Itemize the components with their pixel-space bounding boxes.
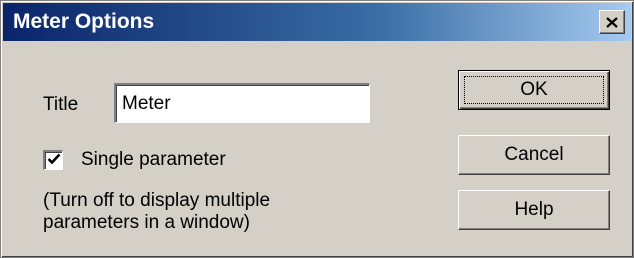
single-parameter-checkbox[interactable] [43, 150, 63, 170]
single-parameter-label[interactable]: Single parameter [81, 149, 226, 171]
ok-button[interactable]: OK [458, 70, 610, 110]
close-button[interactable] [599, 10, 625, 34]
meter-options-dialog: Meter Options Title Single parameter (Tu… [0, 0, 634, 258]
dialog-title: Meter Options [13, 10, 155, 33]
single-parameter-note: (Turn off to display multiple parameters… [43, 190, 343, 234]
cancel-button[interactable]: Cancel [458, 135, 610, 175]
title-field-label: Title [43, 94, 79, 115]
help-button[interactable]: Help [458, 190, 610, 230]
checkmark-icon [47, 152, 61, 170]
help-button-label: Help [514, 199, 554, 220]
cancel-button-label: Cancel [504, 144, 564, 165]
note-line-2: parameters in a window) [43, 212, 250, 233]
focus-ring [464, 76, 604, 104]
note-line-1: (Turn off to display multiple [43, 190, 271, 211]
close-icon [606, 16, 618, 28]
title-input[interactable] [114, 83, 370, 123]
title-bar[interactable]: Meter Options [3, 3, 631, 41]
